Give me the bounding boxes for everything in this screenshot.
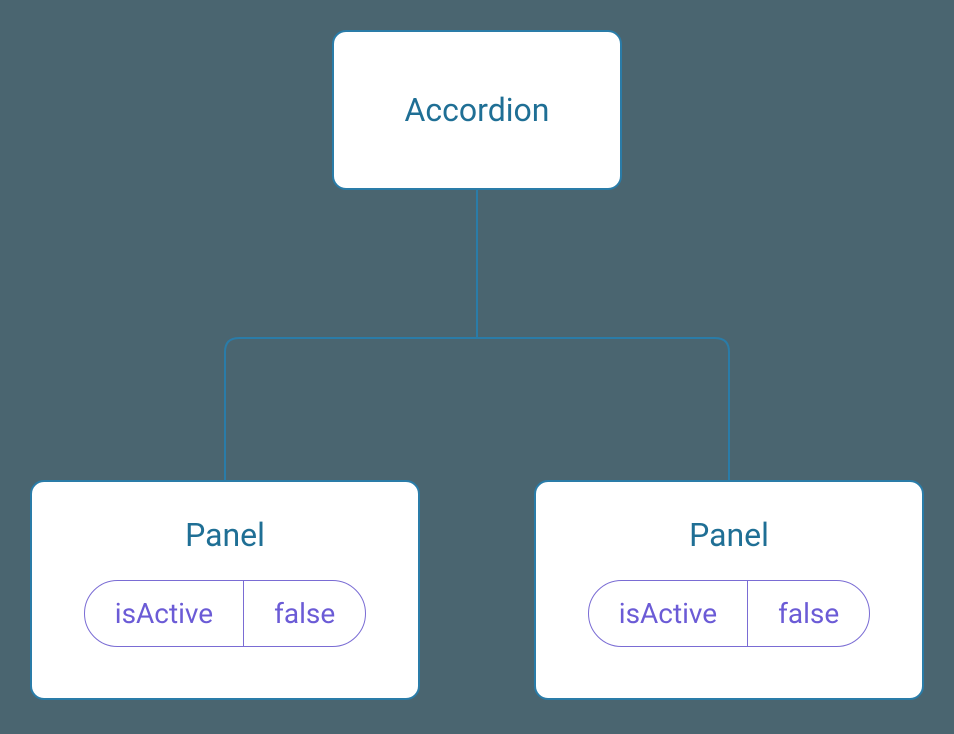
- prop-key: isActive: [589, 581, 748, 646]
- root-node-accordion: Accordion: [332, 30, 622, 190]
- child-node-title: Panel: [689, 516, 769, 554]
- root-node-title: Accordion: [405, 91, 550, 129]
- prop-value: false: [748, 581, 869, 646]
- child-node-title: Panel: [185, 516, 265, 554]
- prop-pill: isActive false: [588, 580, 870, 647]
- prop-key: isActive: [85, 581, 244, 646]
- prop-pill: isActive false: [84, 580, 366, 647]
- child-node-panel-left: Panel isActive false: [30, 480, 420, 700]
- child-node-panel-right: Panel isActive false: [534, 480, 924, 700]
- prop-value: false: [244, 581, 365, 646]
- diagram-canvas: Accordion Panel isActive false Panel isA…: [0, 0, 954, 734]
